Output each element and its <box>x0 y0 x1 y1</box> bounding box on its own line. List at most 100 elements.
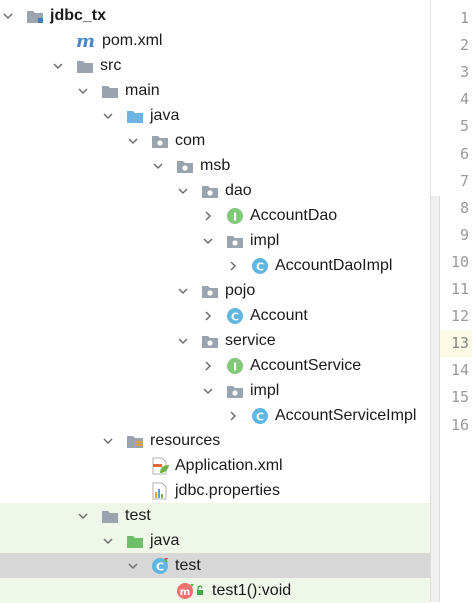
tree-row-label: Application.xml <box>175 457 283 474</box>
package-icon <box>201 182 219 200</box>
tree-row-label: AccountDaoImpl <box>275 257 393 274</box>
tree-row[interactable]: java <box>0 528 430 553</box>
tree-row-label: jdbc_tx <box>50 7 107 24</box>
svg-text:C: C <box>256 410 264 423</box>
tree-row-label: resources <box>150 432 221 449</box>
tree-row-label: impl <box>250 382 280 399</box>
tree-row-label: java <box>150 532 180 549</box>
folder-icon <box>76 57 94 75</box>
tree-row[interactable]: resources <box>0 428 430 453</box>
chevron-down-icon[interactable] <box>3 11 13 21</box>
tree-row[interactable]: impl <box>0 378 430 403</box>
tree-row[interactable]: jdbc.properties <box>0 478 430 503</box>
chevron-down-icon[interactable] <box>203 236 213 246</box>
class-icon: C <box>251 407 269 425</box>
tree-row-label: test1():void <box>212 582 292 599</box>
chevron-down-icon[interactable] <box>103 536 113 546</box>
tree-row[interactable]: com <box>0 128 430 153</box>
line-number: 6 <box>459 144 469 163</box>
folder-icon <box>101 82 119 100</box>
tree-row[interactable]: src <box>0 53 430 78</box>
arrow-spacer <box>53 36 63 46</box>
chevron-right-icon[interactable] <box>203 360 213 371</box>
chevron-down-icon[interactable] <box>78 86 88 96</box>
chevron-right-icon[interactable] <box>228 410 238 421</box>
tree-row-label: msb <box>200 157 231 174</box>
line-number: 3 <box>459 63 469 82</box>
tree-row[interactable]: m test1():void <box>0 578 430 603</box>
tree-row-label: test <box>175 557 201 574</box>
arrow-spacer <box>128 486 138 496</box>
chevron-down-icon[interactable] <box>178 286 188 296</box>
tree-scrollbar[interactable] <box>430 196 440 602</box>
package-icon <box>176 157 194 175</box>
chevron-down-icon[interactable] <box>78 511 88 521</box>
chevron-down-icon[interactable] <box>153 161 163 171</box>
tree-row-label: dao <box>225 182 252 199</box>
svg-text:C: C <box>231 310 239 323</box>
tree-row-label: test <box>125 507 151 524</box>
resources-folder-icon <box>126 432 144 450</box>
line-number: 5 <box>459 117 469 136</box>
line-number: 9 <box>459 225 469 244</box>
line-number: 11 <box>450 280 469 298</box>
package-icon <box>226 232 244 250</box>
chevron-down-icon[interactable] <box>53 61 63 71</box>
tree-row[interactable]: Application.xml <box>0 453 430 478</box>
tree-row[interactable]: jdbc_tx <box>0 3 430 28</box>
chevron-down-icon[interactable] <box>178 186 188 196</box>
tree-row-label: main <box>125 82 160 99</box>
tree-row-label: src <box>100 57 122 74</box>
source-root-icon <box>126 107 144 125</box>
test-source-root-icon <box>126 532 144 550</box>
current-line-number: 13 <box>435 330 472 358</box>
tree-row[interactable]: C Account <box>0 303 430 328</box>
chevron-down-icon[interactable] <box>103 436 113 446</box>
chevron-down-icon[interactable] <box>203 386 213 396</box>
tree-row[interactable]: dao <box>0 178 430 203</box>
tree-row[interactable]: msb <box>0 153 430 178</box>
chevron-right-icon[interactable] <box>228 260 238 271</box>
properties-icon <box>151 482 169 500</box>
chevron-right-icon[interactable] <box>203 310 213 321</box>
tree-row[interactable]: service <box>0 328 430 353</box>
svg-text:m: m <box>180 587 190 598</box>
tree-row-label: AccountService <box>250 357 362 374</box>
svg-text:C: C <box>256 260 264 273</box>
line-number: 2 <box>459 36 469 55</box>
svg-text:I: I <box>233 210 237 223</box>
tree-row[interactable]: C AccountDaoImpl <box>0 253 430 278</box>
line-number: 12 <box>450 307 469 326</box>
svg-text:C: C <box>156 560 164 573</box>
tree-row[interactable]: C test <box>0 553 430 578</box>
tree-row[interactable]: C AccountServiceImpl <box>0 403 430 428</box>
chevron-down-icon[interactable] <box>128 561 138 571</box>
method-icon: m <box>176 582 206 600</box>
arrow-spacer <box>128 461 138 471</box>
line-number: 8 <box>459 198 469 217</box>
tree-row[interactable]: I AccountDao <box>0 203 430 228</box>
tree-row[interactable]: pojo <box>0 278 430 303</box>
chevron-down-icon[interactable] <box>128 136 138 146</box>
tree-row-label: pojo <box>225 282 256 299</box>
tree-row-label: AccountServiceImpl <box>275 407 417 424</box>
tree-row[interactable]: test <box>0 503 430 528</box>
tree-row-label: service <box>225 332 276 349</box>
class-icon: C <box>251 257 269 275</box>
package-icon <box>201 282 219 300</box>
tree-row[interactable]: impl <box>0 228 430 253</box>
package-icon <box>201 332 219 350</box>
chevron-down-icon[interactable] <box>178 336 188 346</box>
tree-row-label: Account <box>250 307 308 324</box>
chevron-down-icon[interactable] <box>103 111 113 121</box>
line-number: 16 <box>450 415 469 434</box>
package-icon <box>151 132 169 150</box>
chevron-right-icon[interactable] <box>203 210 213 221</box>
maven-icon: m <box>76 32 96 50</box>
project-tree: jdbc_tx m pom.xml src main java com msb d… <box>0 0 430 603</box>
line-number: 7 <box>459 171 469 190</box>
tree-row[interactable]: main <box>0 78 430 103</box>
tree-row[interactable]: I AccountService <box>0 353 430 378</box>
tree-row[interactable]: java <box>0 103 430 128</box>
tree-row[interactable]: m pom.xml <box>0 28 430 53</box>
